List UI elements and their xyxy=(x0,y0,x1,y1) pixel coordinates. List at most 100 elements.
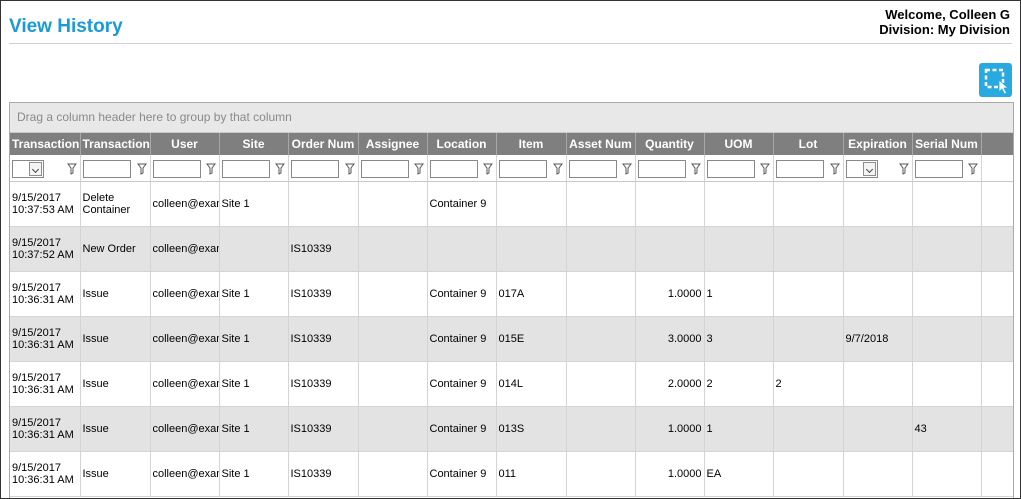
filter-cell xyxy=(912,155,982,182)
column-header[interactable]: Transaction Date xyxy=(10,133,81,155)
filter-input[interactable] xyxy=(498,160,547,178)
grid-cell: 9/7/2018 xyxy=(843,316,913,362)
grid-cell: 2 xyxy=(773,361,844,407)
column-header[interactable]: User xyxy=(150,133,220,155)
grid-cell: 3.0000 xyxy=(635,316,705,362)
filter-icon[interactable] xyxy=(552,163,563,175)
grid-cell xyxy=(566,316,636,362)
grid-cell xyxy=(496,226,567,272)
column-header[interactable]: Order Num xyxy=(288,133,359,155)
grid-cell xyxy=(496,181,567,227)
grid-cell: 1.0000 xyxy=(635,271,705,317)
header-spacer xyxy=(981,133,1013,155)
grid-cell: IS10339 xyxy=(288,316,359,362)
grid-cell xyxy=(704,181,774,227)
filter-input[interactable] xyxy=(568,160,617,178)
welcome-text: Welcome, Colleen G xyxy=(885,7,1010,22)
grid-cell: 9/15/2017 10:36:31 AM xyxy=(10,361,81,407)
filter-input[interactable] xyxy=(637,160,686,178)
column-header[interactable]: Quantity xyxy=(635,133,705,155)
table-row[interactable]: 9/15/2017 10:36:31 AMIssuecolleen@exampl… xyxy=(10,361,1013,407)
chevron-down-icon[interactable] xyxy=(862,162,876,176)
filter-cell xyxy=(288,155,359,182)
row-spacer xyxy=(981,451,1013,497)
grid-cell xyxy=(773,226,844,272)
grid-cell: 2 xyxy=(704,361,774,407)
filter-icon[interactable] xyxy=(967,163,978,175)
grid-cell: Container 9 xyxy=(427,406,497,452)
filter-dropdown[interactable] xyxy=(12,160,44,178)
grid-cell: colleen@example.com xyxy=(150,271,220,317)
row-spacer xyxy=(981,361,1013,407)
column-header[interactable]: Item xyxy=(496,133,567,155)
grid-cell: Container 9 xyxy=(427,316,497,362)
filter-icon[interactable] xyxy=(344,163,355,175)
filter-icon[interactable] xyxy=(136,163,147,175)
filter-cell xyxy=(773,155,844,182)
column-header[interactable]: Site xyxy=(219,133,289,155)
filter-input[interactable] xyxy=(775,160,824,178)
table-row[interactable]: 9/15/2017 10:36:31 AMIssuecolleen@exampl… xyxy=(10,271,1013,317)
grid-cell xyxy=(843,406,913,452)
page-title: View History xyxy=(9,16,123,37)
filter-icon[interactable] xyxy=(898,163,909,175)
grid-cell: Delete Container xyxy=(80,181,151,227)
grid-cell xyxy=(358,226,428,272)
filter-icon[interactable] xyxy=(205,163,216,175)
chevron-down-icon[interactable] xyxy=(29,162,42,176)
filter-input[interactable] xyxy=(152,160,201,178)
filter-icon[interactable] xyxy=(690,163,701,175)
filter-icon[interactable] xyxy=(621,163,632,175)
selection-mode-button[interactable] xyxy=(979,63,1012,97)
column-header[interactable]: Location xyxy=(427,133,497,155)
column-header[interactable]: Assignee xyxy=(358,133,428,155)
table-row[interactable]: 9/15/2017 10:36:31 AMIssuecolleen@exampl… xyxy=(10,316,1013,362)
grid-cell xyxy=(288,181,359,227)
filter-icon[interactable] xyxy=(482,163,493,175)
grid-cell: 9/15/2017 10:37:52 AM xyxy=(10,226,81,272)
grid-cell xyxy=(843,181,913,227)
filter-input[interactable] xyxy=(360,160,409,178)
column-header[interactable]: Lot xyxy=(773,133,844,155)
grid-cell: Issue xyxy=(80,271,151,317)
filter-input[interactable] xyxy=(290,160,339,178)
filter-input[interactable] xyxy=(82,160,131,178)
filter-cell xyxy=(80,155,151,182)
grid-cell: Site 1 xyxy=(219,361,289,407)
table-row[interactable]: 9/15/2017 10:36:31 AMIssuecolleen@exampl… xyxy=(10,451,1013,497)
column-header[interactable]: Asset Num xyxy=(566,133,636,155)
filter-icon[interactable] xyxy=(759,163,770,175)
filter-icon[interactable] xyxy=(274,163,285,175)
filter-icon[interactable] xyxy=(413,163,424,175)
filter-input[interactable] xyxy=(429,160,478,178)
filter-icon[interactable] xyxy=(829,163,840,175)
filter-input[interactable] xyxy=(221,160,270,178)
title-divider xyxy=(9,43,1012,44)
grid-cell xyxy=(566,451,636,497)
column-header[interactable]: Expiration xyxy=(843,133,913,155)
grid-cell: 1 xyxy=(704,406,774,452)
row-spacer xyxy=(981,181,1013,227)
filter-spacer xyxy=(981,155,1013,182)
table-row[interactable]: 9/15/2017 10:36:31 AMIssuecolleen@exampl… xyxy=(10,406,1013,452)
column-header[interactable]: Serial Num xyxy=(912,133,982,155)
grid-cell xyxy=(912,271,982,317)
grid-cell: 015E xyxy=(496,316,567,362)
grid-cell xyxy=(427,226,497,272)
grid-cell: Site 1 xyxy=(219,451,289,497)
grid-cell: colleen@example.com xyxy=(150,181,220,227)
group-by-area[interactable]: Drag a column header here to group by th… xyxy=(10,103,1013,133)
grid-cell xyxy=(704,226,774,272)
column-header[interactable]: Transaction xyxy=(80,133,151,155)
grid-cell: New Order xyxy=(80,226,151,272)
grid-cell xyxy=(566,406,636,452)
grid-cell xyxy=(358,406,428,452)
table-row[interactable]: 9/15/2017 10:37:52 AM New Order colleen@ex… xyxy=(10,226,1013,272)
filter-input[interactable] xyxy=(706,160,755,178)
table-row[interactable]: 9/15/2017 10:37:53 AM Delete Container col… xyxy=(10,181,1013,227)
filter-input[interactable] xyxy=(914,160,963,178)
grid-cell: Container 9 xyxy=(427,271,497,317)
filter-icon[interactable] xyxy=(66,163,77,175)
column-header[interactable]: UOM xyxy=(704,133,774,155)
filter-dropdown[interactable] xyxy=(845,160,878,178)
